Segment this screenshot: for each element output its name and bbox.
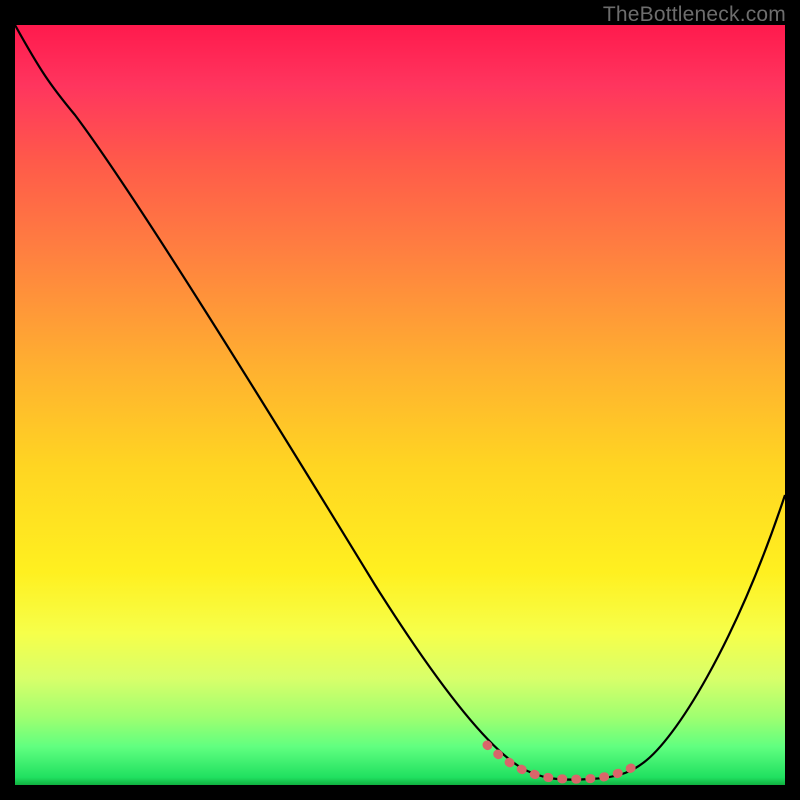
chart-svg <box>15 25 785 785</box>
bottleneck-curve <box>15 25 785 780</box>
watermark-text: TheBottleneck.com <box>603 3 786 27</box>
optimal-range-marker <box>487 745 637 779</box>
